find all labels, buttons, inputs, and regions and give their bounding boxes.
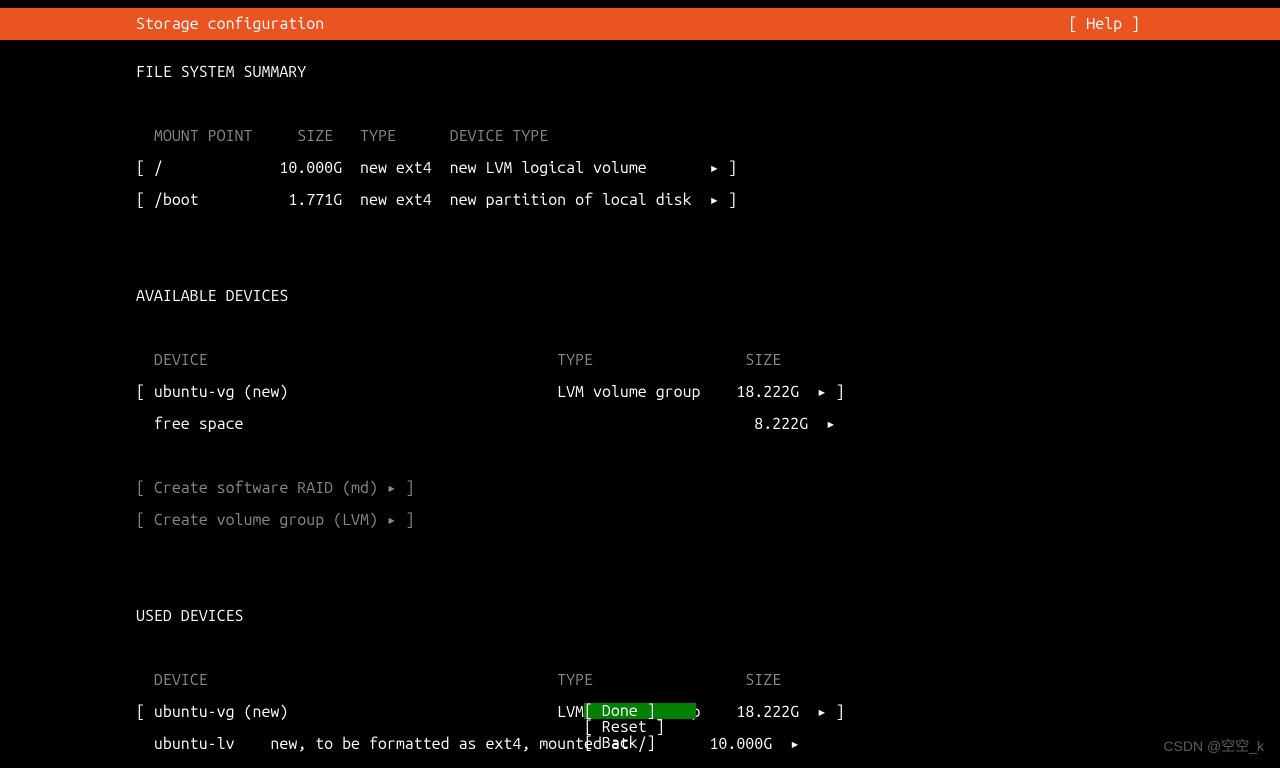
create-raid-label: Create software RAID (md) xyxy=(154,479,378,497)
back-label: Back xyxy=(602,734,638,752)
fs-type: new ext4 xyxy=(360,191,432,209)
avail-size: 8.222G xyxy=(754,415,808,433)
chevron-right-icon: ▸ xyxy=(387,511,397,529)
create-lvm-label: Create volume group (LVM) xyxy=(154,511,378,529)
watermark: CSDN @空空_k xyxy=(1163,736,1264,756)
chevron-right-icon: ▸ xyxy=(387,479,397,497)
create-lvm-button[interactable]: [ Create volume group (LVM) ▸ ] xyxy=(136,512,1280,528)
done-button[interactable]: [ Done ] xyxy=(584,703,696,719)
fs-header-mount: MOUNT POINT xyxy=(154,127,253,145)
fs-header-row: MOUNT POINT SIZE TYPE DEVICE TYPE xyxy=(136,128,1280,144)
page-title: Storage configuration xyxy=(0,8,324,40)
avail-size: 18.222G xyxy=(736,383,799,401)
fs-size: 10.000G xyxy=(279,159,342,177)
dev-header-size: SIZE xyxy=(745,671,781,689)
fs-header-size: SIZE xyxy=(297,127,333,145)
dev-header-row: DEVICE TYPE SIZE xyxy=(136,352,1280,368)
dev-header-device: DEVICE xyxy=(154,671,208,689)
fs-type: new ext4 xyxy=(360,159,432,177)
available-title: AVAILABLE DEVICES xyxy=(136,288,1280,304)
avail-device: free space xyxy=(154,415,244,433)
fs-mount: /boot xyxy=(154,191,199,209)
avail-device: ubuntu-vg (new) xyxy=(154,383,288,401)
fs-mount: / xyxy=(154,159,163,177)
reset-button[interactable]: [ Reset ] xyxy=(584,719,696,735)
dev-header-size: SIZE xyxy=(745,351,781,369)
fs-devtype: new LVM logical volume xyxy=(450,159,647,177)
fs-header-type: TYPE xyxy=(360,127,396,145)
avail-type: LVM volume group xyxy=(557,383,700,401)
back-button[interactable]: [ Back ] xyxy=(584,735,696,751)
chevron-right-icon: ▸ xyxy=(709,191,719,209)
fs-row[interactable]: [ /boot 1.771G new ext4 new partition of… xyxy=(136,192,1280,208)
fs-summary-title: FILE SYSTEM SUMMARY xyxy=(136,64,1280,80)
button-bar: [ Done ] [ Reset ] [ Back ] xyxy=(0,703,1280,751)
avail-row[interactable]: free space 8.222G ▸ xyxy=(136,416,1280,432)
chevron-right-icon: ▸ xyxy=(826,415,836,433)
dev-header-type: TYPE xyxy=(557,671,593,689)
used-title: USED DEVICES xyxy=(136,608,1280,624)
fs-row[interactable]: [ / 10.000G new ext4 new LVM logical vol… xyxy=(136,160,1280,176)
help-button[interactable]: [ Help ] xyxy=(1068,8,1280,40)
avail-row[interactable]: [ ubuntu-vg (new) LVM volume group 18.22… xyxy=(136,384,1280,400)
fs-header-devtype: DEVICE TYPE xyxy=(450,127,549,145)
chevron-right-icon: ▸ xyxy=(710,159,720,177)
chevron-right-icon: ▸ xyxy=(817,383,827,401)
dev-header-device: DEVICE xyxy=(154,351,208,369)
fs-size: 1.771G xyxy=(288,191,342,209)
header-bar: Storage configuration [ Help ] xyxy=(0,8,1280,40)
main-content: FILE SYSTEM SUMMARY MOUNT POINT SIZE TYP… xyxy=(0,40,1280,768)
fs-devtype: new partition of local disk xyxy=(450,191,692,209)
create-raid-button[interactable]: [ Create software RAID (md) ▸ ] xyxy=(136,480,1280,496)
dev-header-row: DEVICE TYPE SIZE xyxy=(136,672,1280,688)
dev-header-type: TYPE xyxy=(557,351,593,369)
